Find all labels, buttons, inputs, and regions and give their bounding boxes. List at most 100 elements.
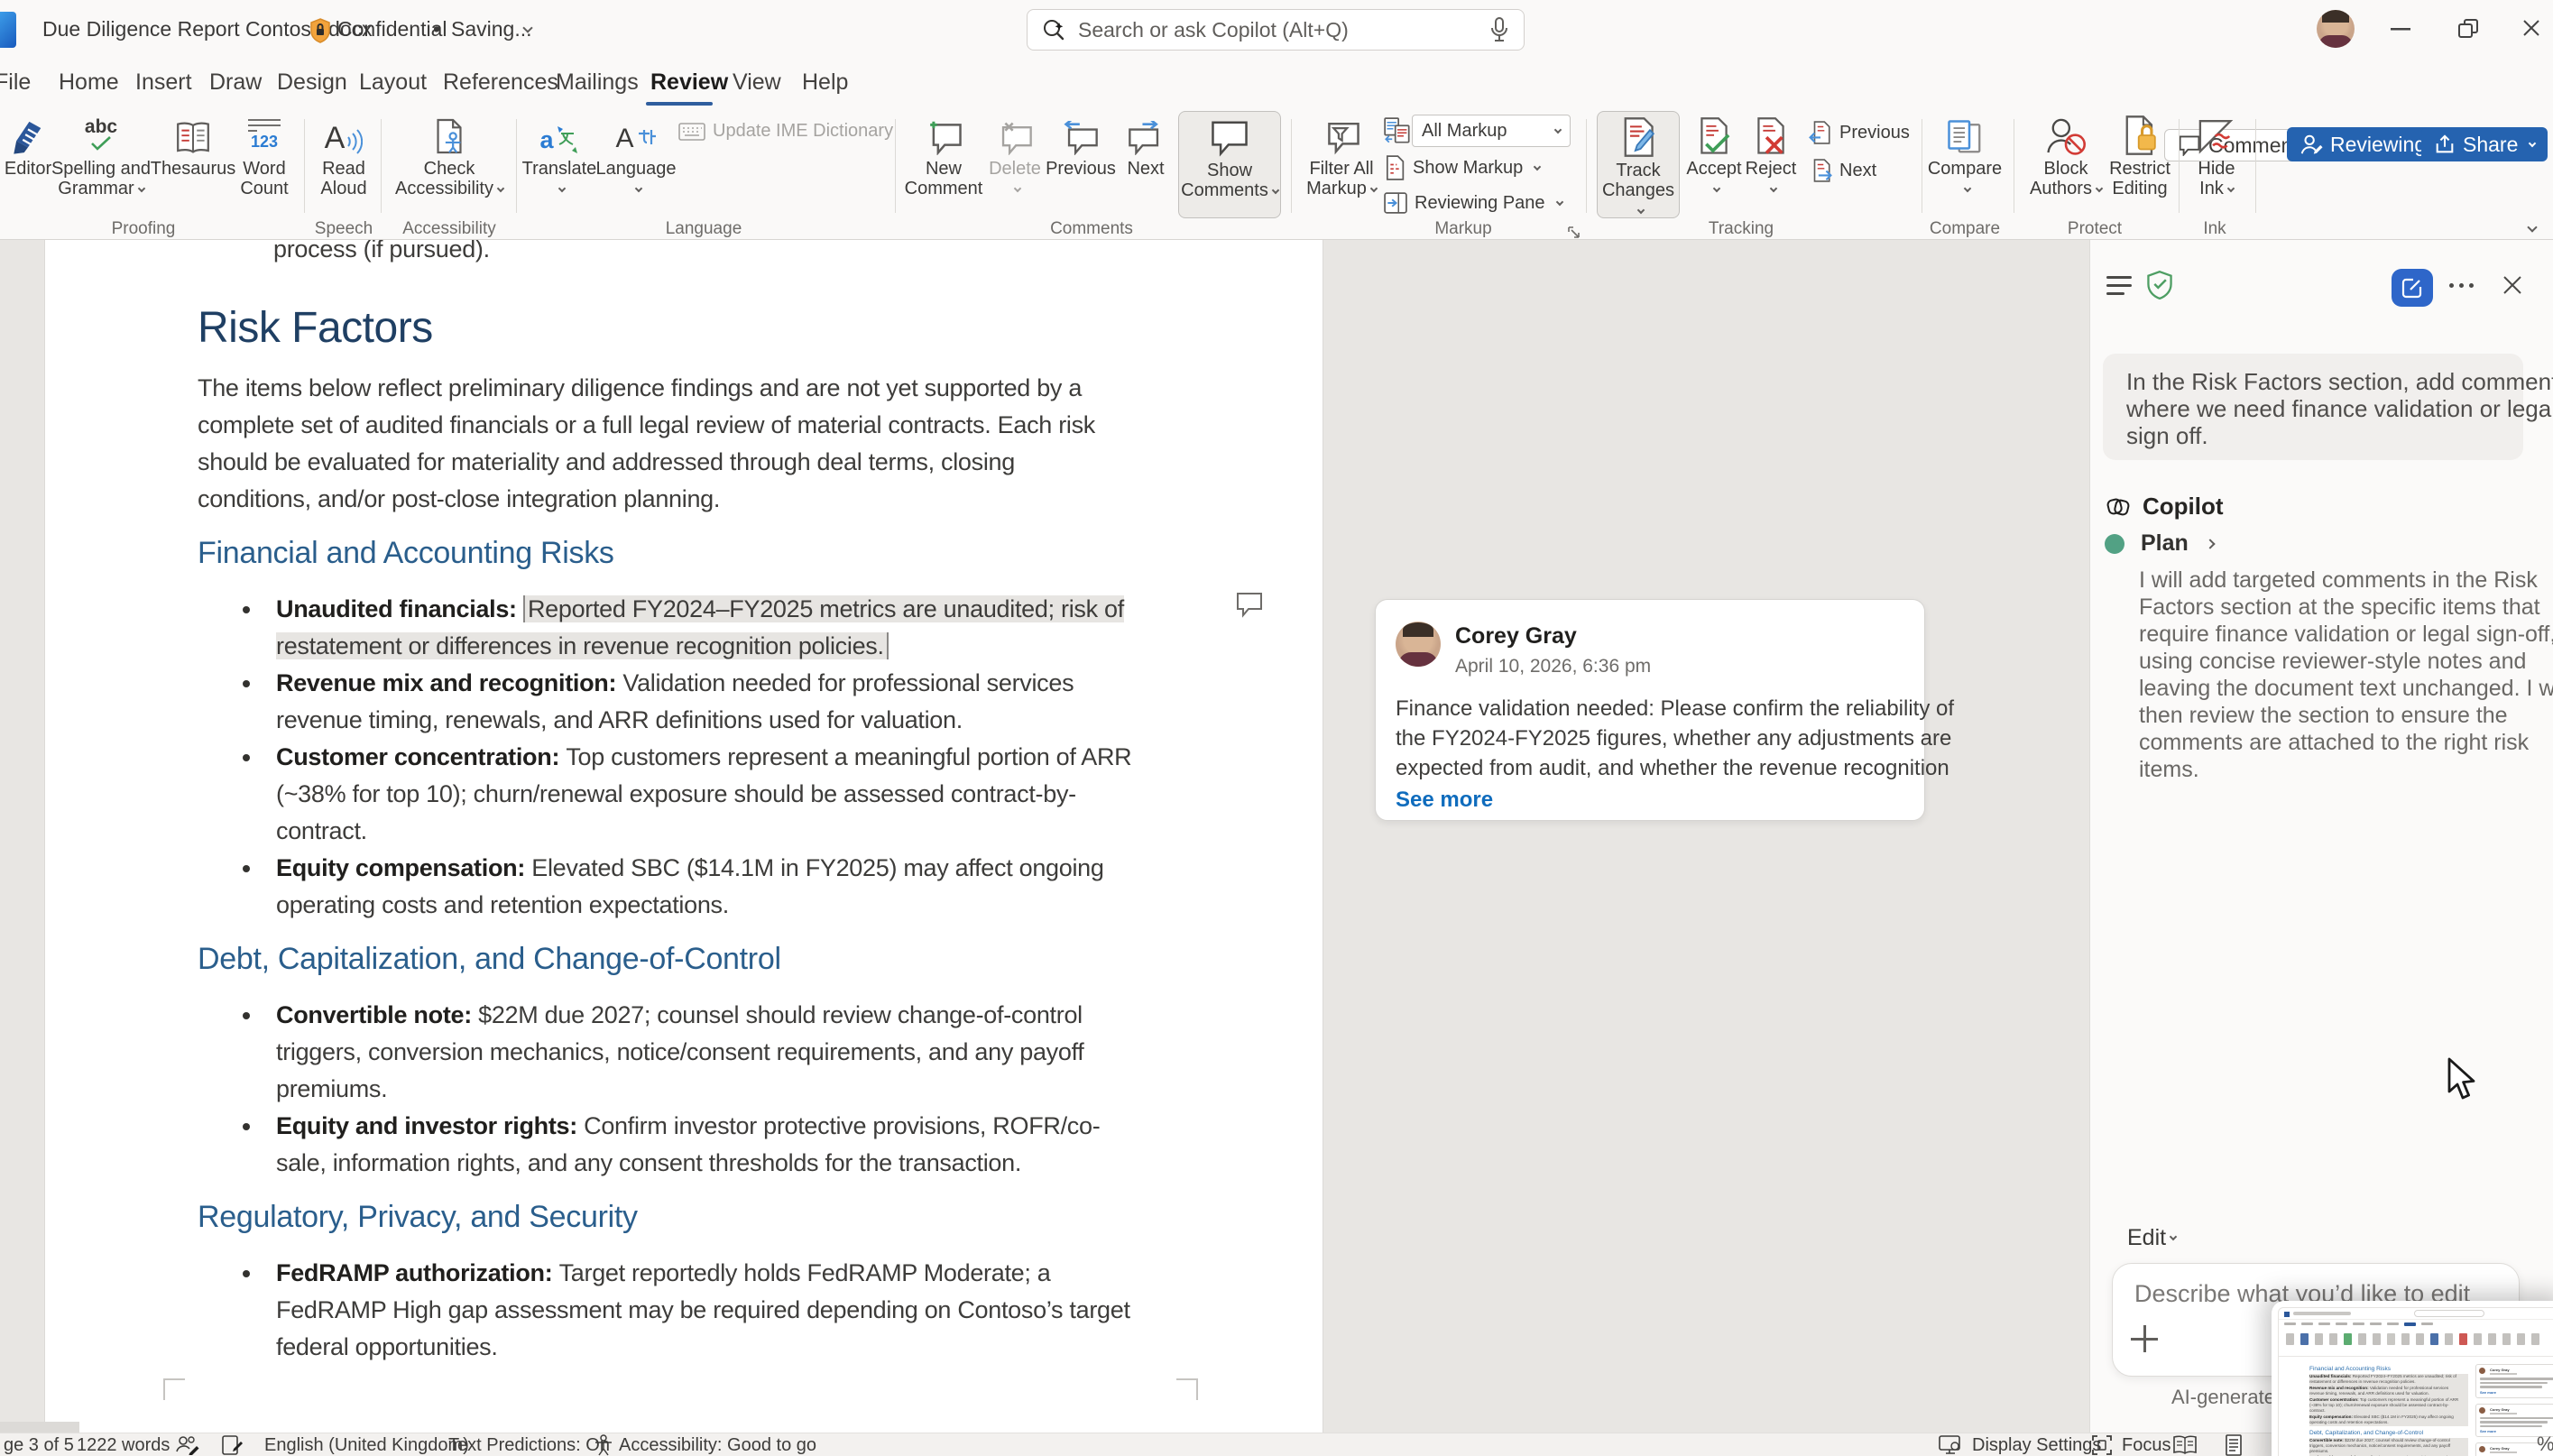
coauthors-icon[interactable] (175, 1435, 200, 1455)
reviewing-pane-button[interactable]: Reviewing Pane (1384, 192, 1562, 214)
bullet-dot (243, 680, 250, 687)
show-comments-label-2: Comments (1179, 180, 1280, 200)
accept-icon (1680, 114, 1748, 159)
close-pane-icon[interactable] (2502, 274, 2523, 296)
hide-ink-button[interactable]: Hide Ink (2176, 114, 2257, 198)
new-chat-compose-button[interactable] (2392, 269, 2433, 307)
plan-status-dot (2105, 534, 2124, 554)
next-comment-button[interactable]: Next (1112, 114, 1179, 179)
zoom-percent-indicator[interactable]: % (2537, 1433, 2553, 1456)
share-button[interactable]: Share (2421, 127, 2548, 161)
read-aloud-button[interactable]: A Read Aloud (303, 114, 384, 198)
word-count-button[interactable]: 123 Word Count (224, 114, 305, 198)
track-changes-button[interactable]: Track Changes (1597, 111, 1680, 218)
sensitivity-label[interactable]: Confidential (337, 17, 447, 41)
group-label-speech: Speech (315, 219, 373, 239)
print-layout-icon[interactable] (2225, 1435, 2243, 1455)
accessibility-indicator[interactable]: Accessibility: Good to go (619, 1435, 816, 1455)
comment-anchor-icon[interactable] (1235, 591, 1264, 618)
pane-menu-icon[interactable] (2106, 276, 2132, 295)
group-label-tracking: Tracking (1709, 219, 1774, 239)
minimize-button[interactable] (2391, 27, 2410, 31)
doc-line: Revenue mix and recognition: Validation … (276, 665, 1074, 702)
language-label: Language (595, 159, 677, 179)
filter-all-markup-button[interactable]: Filter All Markup (1292, 114, 1391, 198)
plan-description: I will add targeted comments in the Risk… (2139, 567, 2553, 783)
spelling-grammar-button[interactable]: abc Spelling and Grammar (42, 114, 160, 198)
show-comments-button[interactable]: Show Comments (1178, 111, 1281, 218)
doc-heading1: Risk Factors (198, 303, 433, 354)
new-comment-icon (903, 114, 984, 159)
tab-mailings[interactable]: Mailings (556, 69, 639, 96)
tab-view[interactable]: View (733, 69, 781, 96)
language-button[interactable]: A Language (595, 114, 677, 193)
read-aloud-label-1: Read (303, 159, 384, 179)
collapse-ribbon-icon[interactable] (2527, 222, 2537, 232)
doc-line: FedRAMP High gap assessment may be requi… (276, 1292, 1130, 1329)
restrict-editing-button[interactable]: Restrict Editing (2093, 114, 2187, 198)
all-markup-select[interactable]: All Markup (1412, 115, 1571, 147)
plan-step-row[interactable]: Plan (2105, 530, 2214, 557)
microphone-icon[interactable] (1489, 16, 1509, 43)
tab-help[interactable]: Help (802, 69, 848, 96)
shield-check-icon[interactable] (2146, 271, 2173, 299)
doc-line: restatement or differences in revenue re… (276, 628, 889, 665)
track-changes-label-2: Changes (1598, 180, 1679, 220)
proofing-status-icon[interactable] (221, 1435, 244, 1455)
show-markup-button[interactable]: Show Markup (1384, 155, 1540, 180)
account-avatar[interactable] (2317, 10, 2355, 48)
edit-mode-dropdown[interactable]: Edit (2127, 1225, 2176, 1251)
comment-card[interactable]: Corey Gray April 10, 2026, 6:36 pm Finan… (1375, 599, 1925, 821)
tab-layout[interactable]: Layout (359, 69, 427, 96)
previous-comment-button[interactable]: Previous (1045, 114, 1117, 179)
more-options-icon[interactable] (2449, 283, 2474, 288)
document-page[interactable]: process (if pursued).Risk FactorsThe ite… (44, 240, 1323, 1433)
compare-button[interactable]: Compare (1924, 114, 2005, 193)
word-count-indicator[interactable]: 1222 words (77, 1435, 170, 1455)
dialog-launcher-icon[interactable] (1567, 226, 1581, 240)
save-status[interactable]: Saving... (451, 17, 532, 41)
search-input[interactable]: Search or ask Copilot (Alt+Q) (1027, 9, 1525, 51)
close-button[interactable] (2522, 19, 2540, 37)
reject-button[interactable]: Reject (1739, 114, 1802, 193)
next-change-button[interactable]: Next (1809, 159, 1876, 182)
page-indicator[interactable]: ge 3 of 5 (4, 1435, 74, 1455)
tab-draw[interactable]: Draw (209, 69, 262, 96)
focus-button[interactable]: Focus (2122, 1435, 2171, 1455)
read-aloud-label-2: Aloud (303, 179, 384, 198)
see-more-link[interactable]: See more (1396, 788, 1493, 813)
tab-home[interactable]: Home (59, 69, 119, 96)
translate-button[interactable]: a Translate (519, 114, 600, 193)
compare-icon (1924, 114, 2005, 159)
add-attachment-icon[interactable] (2131, 1325, 2158, 1352)
doc-line: revenue timing, renewals, and ARR defini… (276, 702, 963, 739)
group-separator (2255, 119, 2256, 213)
next-comment-icon (1112, 114, 1179, 159)
read-mode-icon[interactable] (2172, 1435, 2198, 1455)
tab-design[interactable]: Design (277, 69, 347, 96)
tab-review[interactable]: Review (650, 69, 728, 96)
chevron-down-icon (1963, 185, 1970, 192)
display-settings-button[interactable]: Display Settings (1972, 1435, 2101, 1455)
horizontal-scrollbar[interactable] (0, 1422, 79, 1433)
doc-line: Equity and investor rights: Confirm inve… (276, 1108, 1100, 1145)
group-separator (516, 119, 517, 213)
chevron-down-icon (497, 185, 504, 192)
tab-insert[interactable]: Insert (135, 69, 192, 96)
previous-change-button[interactable]: Previous (1809, 121, 1910, 144)
group-label-markup: Markup (1434, 219, 1491, 239)
copilot-logo-icon (2105, 493, 2132, 521)
tab-references[interactable]: References (443, 69, 558, 96)
check-accessibility-button[interactable]: Check Accessibility (382, 114, 517, 198)
new-comment-button[interactable]: New Comment (903, 114, 984, 198)
text-predictions-indicator[interactable]: Text Predictions: On (448, 1435, 610, 1455)
tab-file[interactable]: File (0, 69, 31, 96)
update-ime-label: Update IME Dictionary (713, 121, 893, 142)
doc-line: should be evaluated for materiality and … (198, 444, 1015, 481)
language-indicator[interactable]: English (United Kingdom) (264, 1435, 469, 1455)
highlighted-text: restatement or differences in revenue re… (276, 632, 889, 659)
restore-button[interactable] (2457, 18, 2479, 40)
previous-comment-icon (1045, 114, 1117, 159)
picture-in-picture-thumbnail[interactable]: Financial and Accounting RisksUnaudited … (2272, 1301, 2553, 1456)
accept-button[interactable]: Accept (1680, 114, 1748, 193)
